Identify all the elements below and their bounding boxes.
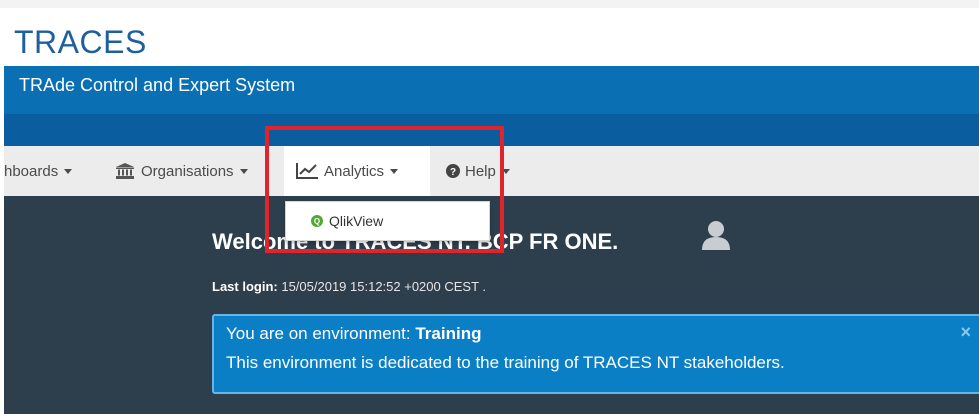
environment-name: Training: [415, 324, 482, 343]
nav-dashboards-label: hboards: [4, 162, 59, 180]
last-login-value: 15/05/2019 15:12:52 +0200 CEST .: [281, 279, 487, 294]
top-spacer: [0, 0, 979, 8]
app-subtitle: TRAde Control and Expert System: [19, 75, 296, 95]
environment-alert: You are on environment: Training This en…: [212, 314, 979, 394]
highlight-box: [265, 126, 504, 253]
chevron-down-icon: [239, 168, 248, 174]
nav-dashboards[interactable]: hboards: [4, 146, 73, 196]
app-window: TRACES TRAde Control and Expert System h…: [0, 0, 979, 414]
environment-prefix: You are on environment:: [226, 324, 411, 343]
last-login: Last login: 15/05/2019 15:12:52 +0200 CE…: [212, 279, 486, 294]
institution-icon: [116, 163, 134, 179]
last-login-label: Last login:: [212, 279, 278, 294]
nav-organisations[interactable]: Organisations: [116, 146, 248, 196]
chevron-down-icon: [64, 168, 73, 174]
user-icon: [701, 220, 731, 255]
environment-description: This environment is dedicated to the tra…: [226, 353, 785, 372]
app-title: TRACES: [14, 24, 147, 60]
nav-organisations-label: Organisations: [141, 162, 234, 180]
environment-line: You are on environment: Training: [226, 324, 481, 344]
close-icon[interactable]: ×: [960, 322, 971, 343]
